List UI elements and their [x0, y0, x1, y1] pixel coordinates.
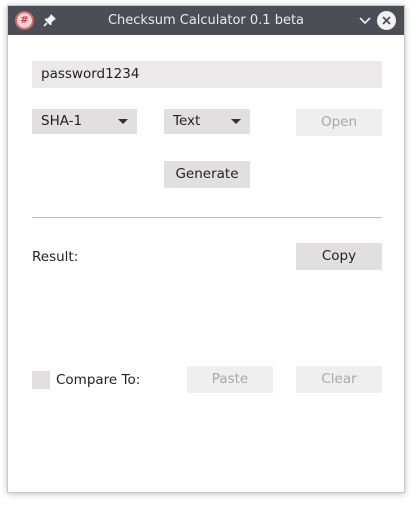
chevron-down-icon[interactable] — [358, 15, 372, 27]
algorithm-select[interactable]: SHA-1 — [32, 109, 137, 134]
result-label: Result: — [32, 249, 79, 265]
compare-label: Compare To: — [56, 372, 141, 388]
copy-button[interactable]: Copy — [296, 243, 382, 270]
title-bar[interactable]: # Checksum Calculator 0.1 beta — [8, 6, 404, 35]
caret-down-icon — [231, 119, 241, 124]
caret-down-icon — [118, 119, 128, 124]
divider — [32, 217, 382, 218]
text-input[interactable]: password1234 — [32, 61, 382, 88]
main-content: password1234 SHA-1 Text Open Generate Re… — [8, 35, 404, 492]
clear-button[interactable]: Clear — [296, 366, 382, 393]
close-icon[interactable] — [377, 11, 396, 30]
input-type-select-value: Text — [173, 113, 201, 129]
algorithm-select-value: SHA-1 — [41, 113, 83, 129]
generate-button[interactable]: Generate — [164, 161, 250, 188]
compare-checkbox[interactable] — [32, 371, 50, 389]
input-type-select[interactable]: Text — [164, 109, 250, 134]
paste-button[interactable]: Paste — [187, 366, 273, 393]
app-window: # Checksum Calculator 0.1 beta password1… — [7, 5, 405, 493]
window-title: Checksum Calculator 0.1 beta — [107, 13, 305, 28]
open-button[interactable]: Open — [296, 109, 382, 136]
